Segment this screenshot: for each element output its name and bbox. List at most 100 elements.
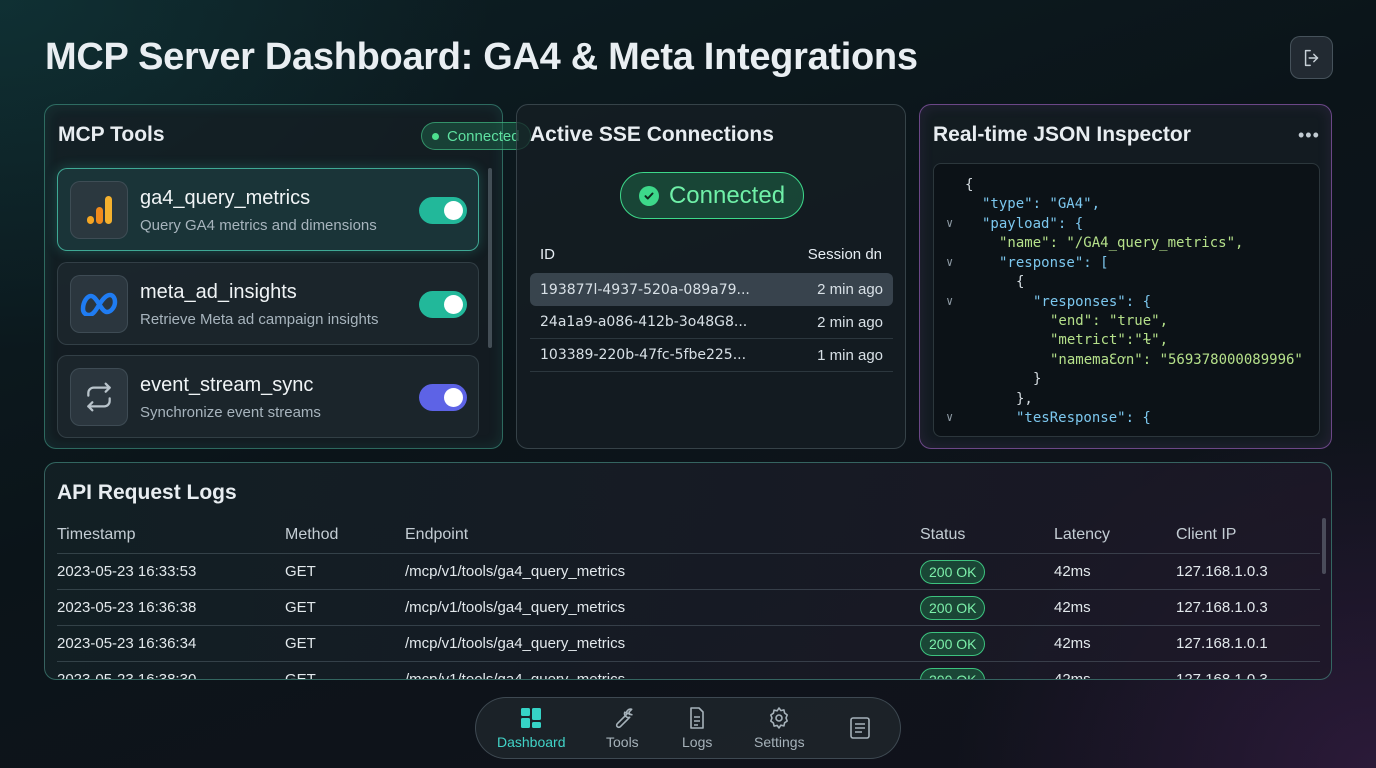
meta-logo-icon — [70, 275, 128, 333]
sse-status-pill: Connected — [620, 172, 804, 219]
column-header-method[interactable]: Method — [285, 526, 338, 544]
json-line: { — [934, 177, 1319, 196]
column-header-client-ip[interactable]: Client IP — [1176, 526, 1236, 544]
log-endpoint: /mcp/v1/tools/ga4_query_metrics — [405, 671, 626, 680]
log-row[interactable]: 2023-05-23 16:36:34 GET /mcp/v1/tools/ga… — [57, 625, 1320, 661]
status-badge: 200 OK — [920, 560, 986, 584]
nav-item-logs[interactable]: Logs — [682, 706, 712, 750]
tool-description: Query GA4 metrics and dimensions — [140, 217, 377, 234]
json-line[interactable]: ∨ "response": [ — [934, 255, 1319, 274]
sse-card-title: Active SSE Connections — [530, 123, 774, 146]
json-code: "responses": { — [1033, 294, 1152, 310]
status-badge-label: Connected — [447, 127, 520, 145]
bar-chart-icon — [70, 181, 128, 239]
json-code: "response": [ — [999, 255, 1109, 271]
json-line[interactable]: ∨ "responses": { — [934, 294, 1319, 313]
sse-session-time: 2 min ago — [817, 313, 883, 331]
json-line[interactable]: ∨ "payload": { — [934, 216, 1319, 235]
log-timestamp: 2023-05-23 16:36:38 — [57, 599, 197, 616]
log-row[interactable]: 2023-05-23 16:38:30 GET /mcp/v1/tools/ga… — [57, 661, 1320, 680]
dashboard-icon — [521, 708, 542, 728]
column-header-latency[interactable]: Latency — [1054, 526, 1110, 544]
sse-connection-id: 24a1a9-a086-412b-3o48G8... — [540, 314, 748, 330]
nav-item-notes[interactable] — [849, 716, 871, 740]
json-code: "name": "/GA4_query_metrics", — [999, 235, 1244, 251]
nav-label: Dashboard — [497, 734, 566, 750]
log-method: GET — [285, 599, 316, 616]
log-method: GET — [285, 671, 316, 680]
log-endpoint: /mcp/v1/tools/ga4_query_metrics — [405, 563, 626, 580]
nav-label: Settings — [754, 734, 805, 750]
log-row[interactable]: 2023-05-23 16:33:53 GET /mcp/v1/tools/ga… — [57, 553, 1320, 589]
tools-card-title: MCP Tools — [58, 123, 165, 146]
json-line: "name": "/GA4_query_metrics", — [934, 235, 1319, 254]
tool-description: Retrieve Meta ad campaign insights — [140, 311, 379, 328]
more-options-button[interactable]: ••• — [1298, 125, 1320, 146]
json-code: "type": "GA4", — [982, 196, 1101, 212]
column-header-status[interactable]: Status — [920, 526, 965, 544]
sse-row[interactable]: 24a1a9-a086-412b-3o48G8... 2 min ago — [530, 306, 893, 339]
log-latency: 42ms — [1054, 599, 1091, 616]
sse-status-label: Connected — [668, 181, 786, 209]
tool-item-ga4-query-metrics[interactable]: ga4_query_metrics Query GA4 metrics and … — [57, 168, 479, 251]
status-dot-icon — [432, 132, 439, 140]
log-client-ip: 127.168.1.0.3 — [1176, 599, 1268, 616]
wrench-icon — [616, 708, 634, 729]
log-latency: 42ms — [1054, 671, 1091, 680]
collapse-chevron-icon[interactable]: ∨ — [946, 294, 953, 308]
nav-item-tools[interactable]: Tools — [606, 706, 639, 750]
log-client-ip: 127.168.1.0.1 — [1176, 635, 1268, 652]
json-code: { — [1016, 274, 1025, 290]
tool-toggle-event-stream[interactable] — [419, 384, 467, 411]
json-code: }, — [1016, 391, 1033, 407]
log-method: GET — [285, 563, 316, 580]
check-circle-icon — [638, 185, 659, 206]
tool-item-event-stream-sync[interactable]: event_stream_sync Synchronize event stre… — [57, 355, 479, 438]
log-timestamp: 2023-05-23 16:36:34 — [57, 635, 197, 652]
tool-toggle-ga4[interactable] — [419, 197, 467, 224]
toggle-knob — [444, 295, 463, 314]
json-line: "end": "true", — [934, 313, 1319, 332]
column-header-endpoint[interactable]: Endpoint — [405, 526, 468, 544]
logout-button[interactable] — [1290, 36, 1333, 79]
json-card-title: Real-time JSON Inspector — [933, 123, 1191, 146]
tool-name: meta_ad_insights — [140, 281, 297, 303]
status-badge: 200 OK — [920, 596, 986, 620]
json-inspector-card: Real-time JSON Inspector ••• { "type": "… — [919, 104, 1332, 449]
json-line[interactable]: ∨ "tesResponse": { — [934, 410, 1319, 429]
tool-description: Synchronize event streams — [140, 404, 321, 421]
sse-row[interactable]: 193877l-4937-520a-089a79... 2 min ago — [530, 273, 893, 306]
connection-status-badge: Connected — [421, 122, 531, 150]
nav-item-settings[interactable]: Settings — [754, 706, 805, 750]
tool-item-meta-ad-insights[interactable]: meta_ad_insights Retrieve Meta ad campai… — [57, 262, 479, 345]
json-code: "end": "true", — [1050, 313, 1169, 329]
log-latency: 42ms — [1054, 563, 1091, 580]
log-row[interactable]: 2023-05-23 16:36:38 GET /mcp/v1/tools/ga… — [57, 589, 1320, 625]
json-viewer[interactable]: { "type": "GA4", ∨ "payload": { "name": "… — [933, 163, 1320, 437]
tools-scrollbar[interactable] — [488, 168, 492, 348]
column-header-timestamp[interactable]: Timestamp — [57, 526, 136, 544]
json-code: "payload": { — [982, 216, 1084, 232]
api-request-logs-card: API Request Logs Timestamp Method Endpoi… — [44, 462, 1332, 680]
json-line: }, — [934, 391, 1319, 410]
mcp-tools-card: MCP Tools Connected ga4_query_metrics Qu… — [44, 104, 531, 449]
sse-connections-card: Active SSE Connections Connected ID Sess… — [516, 104, 906, 449]
collapse-chevron-icon[interactable]: ∨ — [946, 410, 953, 424]
log-method: GET — [285, 635, 316, 652]
sse-session-time: 2 min ago — [817, 281, 883, 298]
document-icon — [690, 707, 704, 729]
toggle-knob — [444, 201, 463, 220]
logs-scrollbar[interactable] — [1322, 518, 1326, 574]
collapse-chevron-icon[interactable]: ∨ — [946, 216, 953, 230]
tool-toggle-meta[interactable] — [419, 291, 467, 318]
sse-column-session: Session dn — [807, 246, 882, 263]
collapse-chevron-icon[interactable]: ∨ — [946, 255, 953, 269]
json-line: } — [934, 371, 1319, 390]
nav-label: Logs — [682, 734, 713, 750]
json-line: "type": "GA4", — [934, 196, 1319, 215]
sse-row[interactable]: 103389-220b-47fc-5fbe225... 1 min ago — [530, 339, 893, 372]
json-code: } — [1033, 371, 1042, 387]
sync-icon — [70, 368, 128, 426]
page-title: MCP Server Dashboard: GA4 & Meta Integra… — [45, 36, 918, 78]
nav-item-dashboard[interactable]: Dashboard — [497, 706, 566, 750]
